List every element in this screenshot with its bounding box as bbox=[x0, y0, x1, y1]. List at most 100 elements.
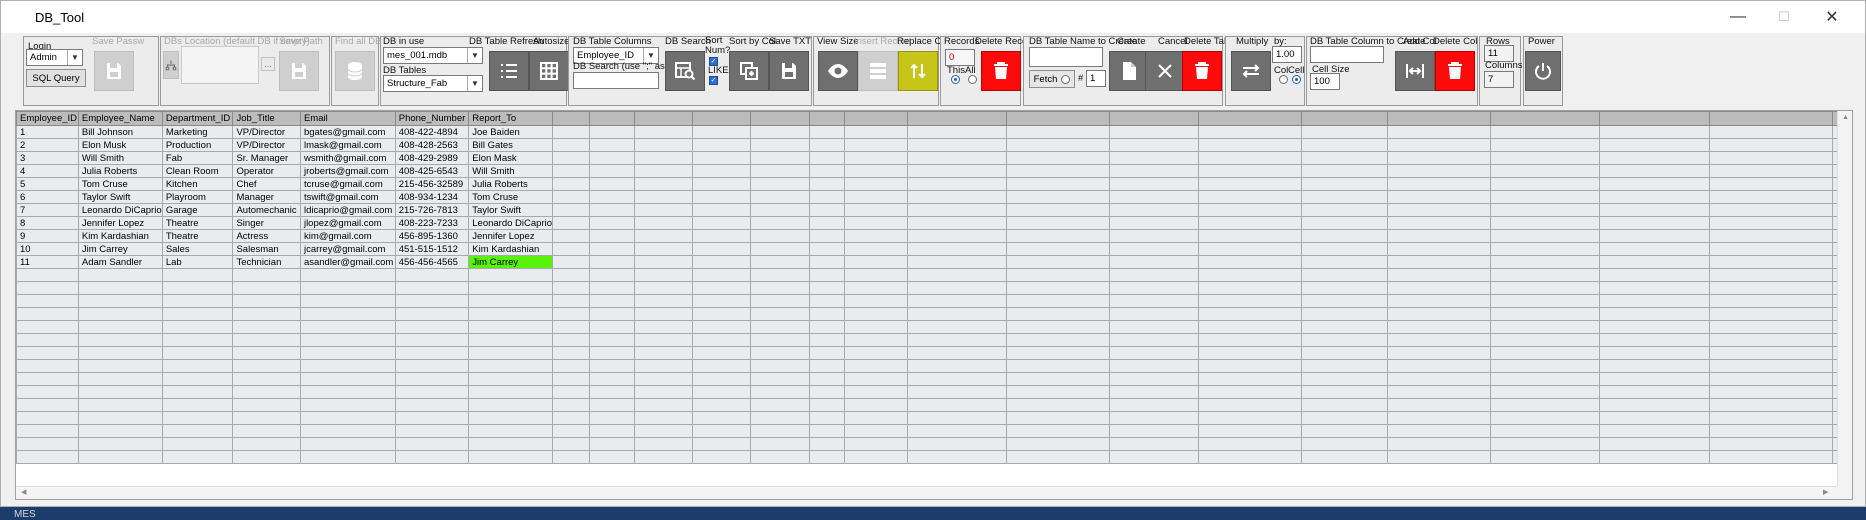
table-cell[interactable] bbox=[394, 268, 470, 282]
table-cell[interactable] bbox=[161, 281, 234, 295]
table-cell[interactable] bbox=[692, 190, 752, 204]
table-cell[interactable] bbox=[1709, 359, 1834, 373]
table-cell[interactable]: Theatre bbox=[161, 229, 234, 243]
table-cell[interactable] bbox=[1489, 125, 1601, 139]
table-cell[interactable] bbox=[906, 320, 1008, 334]
table-cell[interactable] bbox=[808, 151, 846, 165]
table-cell[interactable] bbox=[588, 333, 635, 347]
table-cell[interactable] bbox=[844, 177, 908, 191]
table-cell[interactable] bbox=[808, 385, 846, 399]
table-cell[interactable] bbox=[588, 398, 635, 412]
table-cell[interactable] bbox=[77, 333, 163, 347]
table-cell[interactable] bbox=[906, 437, 1008, 451]
table-cell[interactable] bbox=[1386, 151, 1491, 165]
column-header[interactable]: Email bbox=[299, 111, 396, 126]
table-cell[interactable] bbox=[844, 242, 908, 256]
table-cell[interactable] bbox=[750, 138, 810, 152]
table-cell[interactable] bbox=[1599, 346, 1711, 360]
table-cell[interactable] bbox=[394, 320, 470, 334]
table-cell[interactable] bbox=[692, 411, 752, 425]
table-cell[interactable] bbox=[633, 450, 694, 464]
table-cell[interactable] bbox=[1599, 424, 1711, 438]
table-cell[interactable] bbox=[1006, 450, 1111, 464]
table-cell[interactable] bbox=[468, 398, 554, 412]
table-cell[interactable] bbox=[1198, 294, 1303, 308]
table-cell[interactable] bbox=[232, 437, 301, 451]
table-cell[interactable] bbox=[588, 190, 635, 204]
table-cell[interactable] bbox=[552, 411, 590, 425]
table-cell[interactable]: Automechanic bbox=[232, 203, 301, 217]
table-cell[interactable] bbox=[1301, 359, 1388, 373]
table-cell[interactable]: VP/Director bbox=[232, 125, 301, 139]
table-cell[interactable] bbox=[468, 450, 554, 464]
table-cell[interactable] bbox=[906, 203, 1008, 217]
table-cell[interactable] bbox=[1198, 320, 1303, 334]
table-cell[interactable] bbox=[468, 268, 554, 282]
horizontal-scrollbar[interactable]: ◀ ▶ bbox=[16, 486, 1838, 499]
table-cell[interactable] bbox=[1301, 398, 1388, 412]
table-cell[interactable]: 1 bbox=[16, 125, 79, 139]
table-cell[interactable] bbox=[552, 203, 590, 217]
table-cell[interactable] bbox=[844, 294, 908, 308]
table-cell[interactable] bbox=[844, 190, 908, 204]
table-cell[interactable] bbox=[232, 333, 301, 347]
table-cell[interactable] bbox=[161, 411, 234, 425]
table-cell[interactable] bbox=[808, 164, 846, 178]
table-cell[interactable] bbox=[1709, 229, 1834, 243]
table-cell[interactable] bbox=[692, 320, 752, 334]
table-cell[interactable]: Manager bbox=[232, 190, 301, 204]
column-header[interactable]: Report_To bbox=[468, 111, 554, 126]
table-cell[interactable] bbox=[1386, 437, 1491, 451]
table-cell[interactable] bbox=[844, 333, 908, 347]
table-cell[interactable] bbox=[468, 320, 554, 334]
table-cell[interactable] bbox=[1599, 294, 1711, 308]
table-cell[interactable] bbox=[1489, 268, 1601, 282]
table-cell[interactable] bbox=[750, 255, 810, 269]
table-cell[interactable]: Leonardo DiCaprio bbox=[77, 203, 163, 217]
table-cell[interactable] bbox=[692, 216, 752, 230]
table-cell[interactable] bbox=[552, 242, 590, 256]
column-header[interactable]: Employee_ID bbox=[16, 111, 79, 126]
table-cell[interactable] bbox=[394, 346, 470, 360]
table-cell[interactable] bbox=[552, 424, 590, 438]
table-cell[interactable] bbox=[77, 294, 163, 308]
table-cell[interactable] bbox=[161, 320, 234, 334]
table-cell[interactable]: ldicaprio@gmail.com bbox=[299, 203, 396, 217]
table-cell[interactable] bbox=[633, 255, 694, 269]
table-cell[interactable] bbox=[16, 385, 79, 399]
table-cell[interactable] bbox=[1386, 333, 1491, 347]
table-cell[interactable] bbox=[750, 294, 810, 308]
table-cell[interactable] bbox=[906, 138, 1008, 152]
table-cell[interactable] bbox=[750, 320, 810, 334]
table-cell[interactable] bbox=[588, 294, 635, 308]
sql-query-button[interactable]: SQL Query bbox=[26, 69, 86, 87]
table-cell[interactable] bbox=[1489, 320, 1601, 334]
table-cell[interactable] bbox=[232, 450, 301, 464]
table-cell[interactable] bbox=[588, 424, 635, 438]
table-cell[interactable] bbox=[1599, 255, 1711, 269]
table-cell[interactable] bbox=[808, 294, 846, 308]
table-cell[interactable] bbox=[633, 333, 694, 347]
table-cell[interactable] bbox=[692, 203, 752, 217]
table-cell[interactable]: Taylor Swift bbox=[77, 190, 163, 204]
table-cell[interactable] bbox=[1489, 294, 1601, 308]
table-cell[interactable] bbox=[232, 398, 301, 412]
table-cell[interactable]: Theatre bbox=[161, 216, 234, 230]
table-cell[interactable] bbox=[552, 450, 590, 464]
table-cell[interactable] bbox=[808, 138, 846, 152]
table-cell[interactable] bbox=[232, 424, 301, 438]
table-cell[interactable] bbox=[552, 164, 590, 178]
table-cell[interactable] bbox=[552, 229, 590, 243]
column-header[interactable]: Employee_Name bbox=[77, 111, 163, 126]
table-cell[interactable] bbox=[552, 398, 590, 412]
table-cell[interactable] bbox=[1599, 385, 1711, 399]
table-cell[interactable] bbox=[16, 411, 79, 425]
table-cell[interactable]: Technician bbox=[232, 255, 301, 269]
power-button[interactable] bbox=[1525, 51, 1561, 91]
table-cell[interactable] bbox=[692, 242, 752, 256]
table-cell[interactable] bbox=[161, 385, 234, 399]
table-cell[interactable] bbox=[750, 346, 810, 360]
table-cell[interactable] bbox=[299, 333, 396, 347]
table-cell[interactable] bbox=[844, 151, 908, 165]
table-cell[interactable] bbox=[1709, 125, 1834, 139]
